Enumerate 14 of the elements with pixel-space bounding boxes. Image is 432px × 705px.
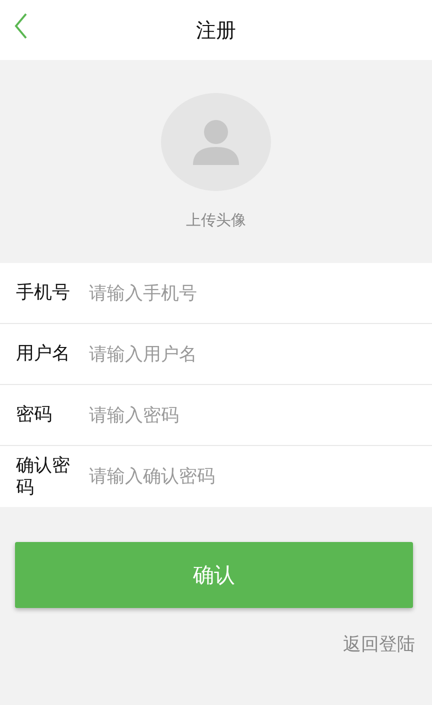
field-label: 密码 <box>16 404 53 426</box>
back-button[interactable] <box>14 12 28 40</box>
page-title: 注册 <box>196 16 236 44</box>
upload-avatar-label: 上传头像 <box>186 211 246 230</box>
confirm-button[interactable]: 确认 <box>15 542 413 608</box>
field-label: 用户名 <box>16 343 71 365</box>
person-icon <box>191 117 241 167</box>
input-field[interactable]: 请输入密码 <box>89 404 432 426</box>
field-label: 手机号 <box>16 282 71 304</box>
field-label: 确认密码 <box>16 454 71 498</box>
input-field[interactable]: 请输入用户名 <box>89 344 432 364</box>
input-field[interactable]: 请输入确认密码 <box>89 466 432 487</box>
input-field[interactable]: 请输入手机号 <box>89 282 432 304</box>
back-to-login-link[interactable]: 返回登陆 <box>343 632 415 656</box>
